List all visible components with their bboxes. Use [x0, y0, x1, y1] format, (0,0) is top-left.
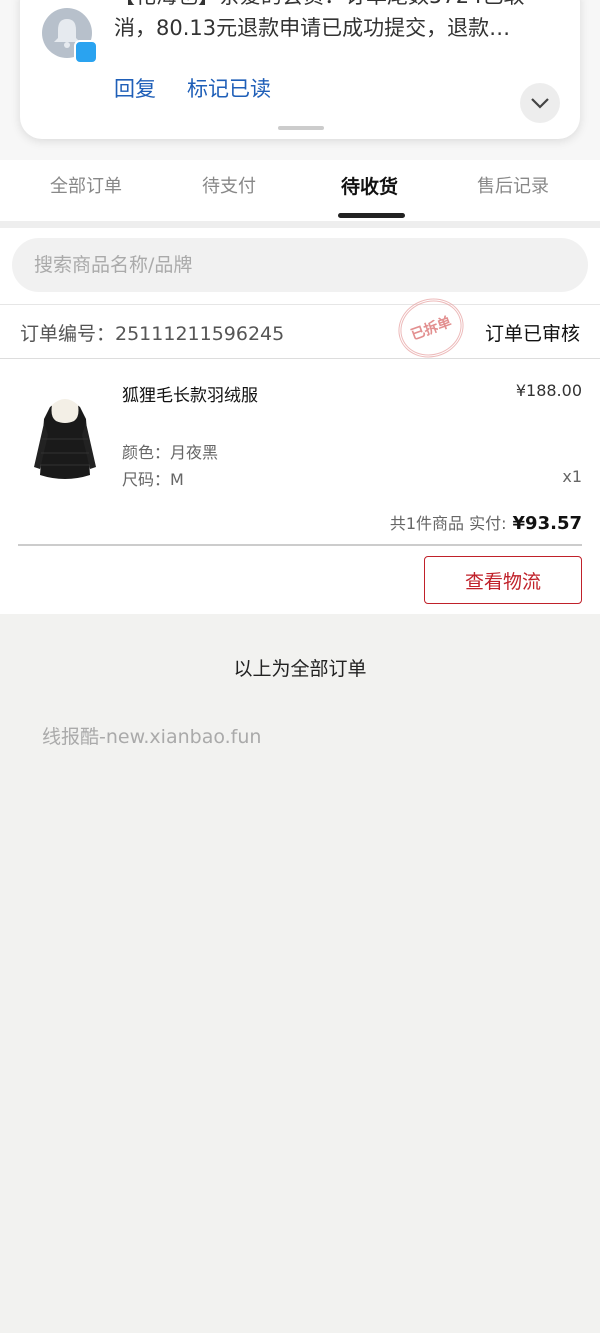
reply-button[interactable]: 回复 [114, 73, 156, 103]
paid-amount: ¥93.57 [512, 513, 582, 534]
tab-pending-receipt[interactable]: 待收货 [341, 172, 398, 199]
total-label: 共1件商品 实付: [389, 514, 507, 533]
product-name[interactable]: 狐狸毛长款羽绒服 [122, 381, 258, 406]
product-price: ¥188.00 [515, 381, 582, 400]
product-size: 尺码：M [122, 470, 184, 489]
tab-after-sales[interactable]: 售后记录 [477, 172, 549, 198]
notification-message: 【花海也】亲爱的会员：订单尾数5724已取 消，80.13元退款申请已成功提交，… [114, 0, 554, 44]
end-of-list-text: 以上为全部订单 [233, 658, 367, 680]
tab-all-orders[interactable]: 全部订单 [50, 172, 122, 198]
notification-banner[interactable]: 【花海也】亲爱的会员：订单尾数5724已取 消，80.13元退款申请已成功提交，… [20, 0, 580, 139]
order-card[interactable]: 订单编号：25111211596245 已拆单 订单已审核 狐狸毛长款羽绒服 ¥… [0, 289, 600, 614]
product-quantity: x1 [562, 467, 582, 486]
order-total: 共1件商品 实付: ¥93.57 [390, 510, 582, 534]
divider [18, 544, 582, 546]
watermark-text: 线报酷-new.xianbao.fun [42, 726, 262, 748]
chevron-down-icon[interactable] [520, 83, 560, 123]
tab-pending-payment[interactable]: 待支付 [202, 172, 256, 198]
view-logistics-button[interactable]: 查看物流 [424, 556, 582, 604]
search-input[interactable]: 搜索商品名称/品牌 [12, 238, 588, 292]
order-number: 订单编号：25111211596245 [20, 323, 285, 345]
message-app-icon [74, 40, 98, 64]
product-color: 颜色：月夜黑 [122, 443, 219, 462]
notification-line-1: 【花海也】亲爱的会员：订单尾数5724已取 [114, 0, 554, 12]
active-tab-indicator [338, 213, 405, 218]
order-header: 订单编号：25111211596245 已拆单 订单已审核 [0, 289, 600, 367]
notification-line-2: 消，80.13元退款申请已成功提交，退款… [114, 16, 511, 40]
order-status: 订单已审核 [484, 323, 580, 345]
product-image[interactable] [30, 395, 100, 485]
search-area: 搜索商品名称/品牌 [0, 228, 600, 304]
drag-handle[interactable] [278, 126, 324, 130]
mark-read-button[interactable]: 标记已读 [187, 73, 271, 103]
order-tabs: 全部订单 待支付 待收货 售后记录 [0, 160, 600, 222]
